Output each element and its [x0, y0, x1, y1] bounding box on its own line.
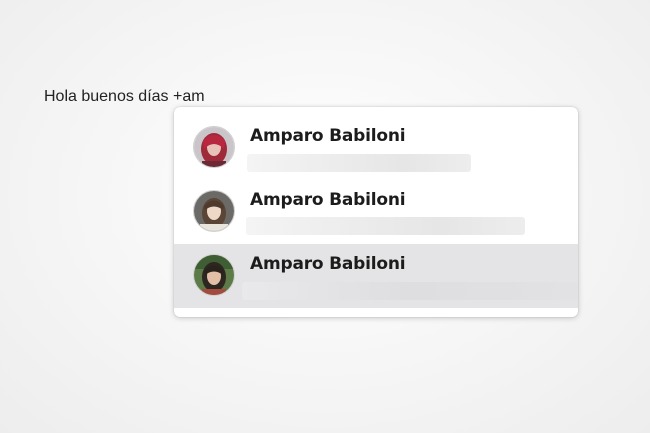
suggestion-name: Amparo Babiloni — [250, 254, 406, 274]
mention-suggestion-highlighted[interactable]: Amparo Babiloni — [174, 244, 578, 308]
mention-suggestion[interactable]: Amparo Babiloni — [174, 116, 578, 180]
suggestion-subtitle-redacted — [246, 217, 525, 235]
suggestion-subtitle-redacted — [242, 282, 578, 300]
user-avatar-red-hair-icon — [193, 126, 235, 168]
suggestion-name: Amparo Babiloni — [250, 126, 406, 146]
user-avatar-dark-hair-outdoor-icon — [193, 254, 235, 296]
user-avatar-brown-hair-icon — [193, 190, 235, 232]
suggestion-subtitle-redacted — [247, 154, 471, 172]
mention-suggestions-popup: Amparo Babiloni Amparo Babiloni Amparo B… — [174, 107, 578, 317]
suggestion-name: Amparo Babiloni — [250, 190, 406, 210]
message-text[interactable]: Hola buenos días +am — [44, 88, 205, 106]
mention-suggestion[interactable]: Amparo Babiloni — [174, 180, 578, 244]
